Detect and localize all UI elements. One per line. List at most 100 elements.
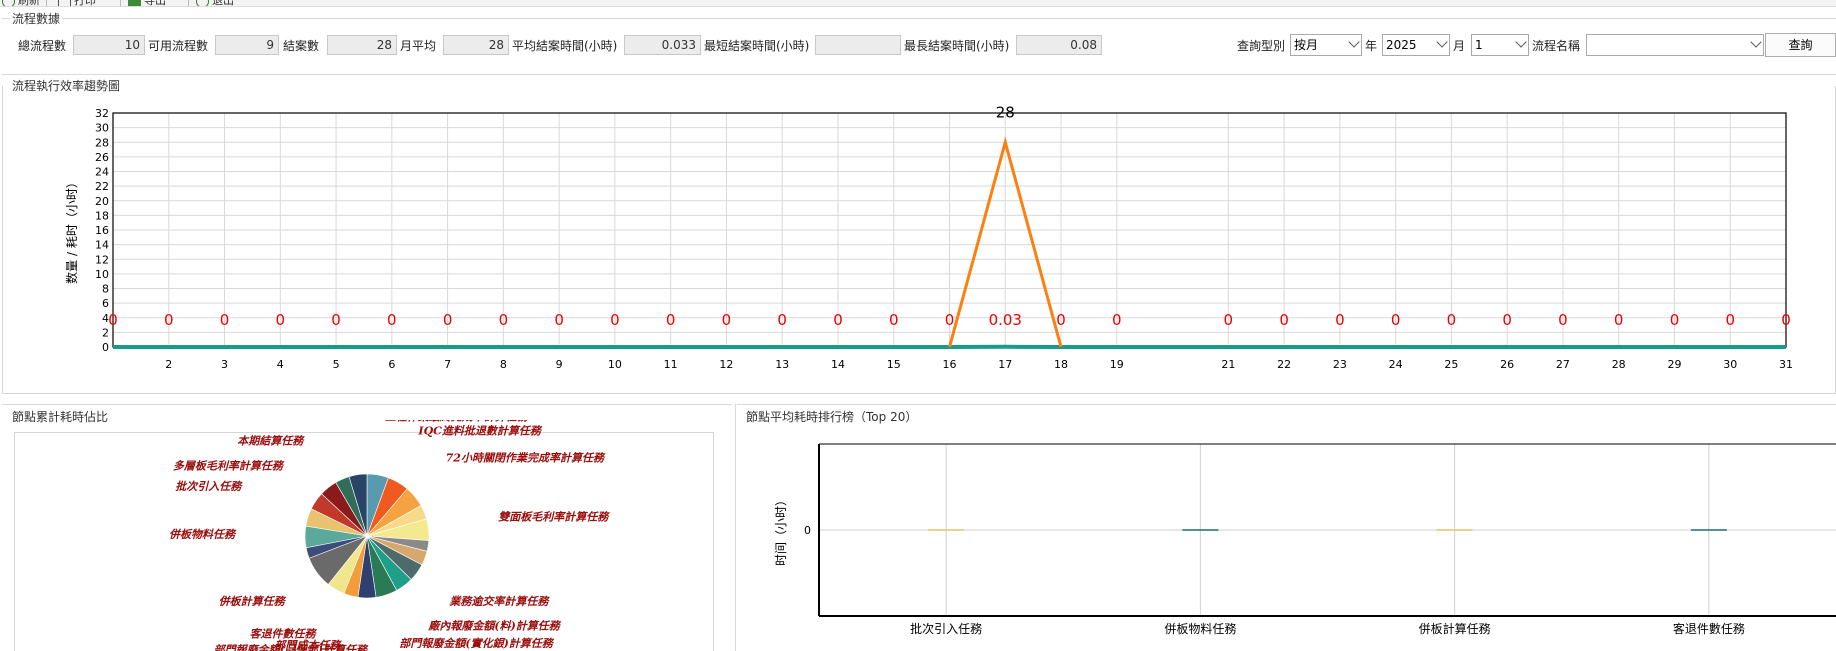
y-tick-label: 22	[95, 180, 109, 193]
y-tick-label: 12	[95, 253, 109, 266]
y-tick-label: 32	[95, 107, 109, 120]
pie-slice-label: 併板計算任務	[219, 595, 287, 608]
pie-slice-label: 多層板毛利率計算任務	[173, 460, 285, 473]
pie-slice-label: 廠內報廢金額(料)計算任務	[427, 620, 561, 633]
data-label: 0	[666, 311, 676, 329]
x-tick-label: 4	[277, 358, 284, 371]
data-label: 0.03	[989, 311, 1022, 329]
x-tick-label: 23	[1333, 358, 1347, 371]
pie-slice-label: 客退件數任務	[250, 627, 318, 640]
x-tick-label: 28	[1612, 358, 1626, 371]
x-tick-label: 21	[1221, 358, 1235, 371]
x-tick-label: 26	[1500, 358, 1514, 371]
data-label: 0	[1279, 311, 1289, 329]
pie-slice-label: 部門報廢金額(實化銀)計算任務	[399, 637, 554, 650]
data-label: 0	[777, 311, 787, 329]
data-label: 0	[331, 311, 341, 329]
data-label: 0	[1558, 311, 1568, 329]
x-tick-label: 2	[165, 358, 172, 371]
trend-chart: 024681012141618202224262830322 3 4 5 6 7 8 9 10 1…	[64, 103, 1793, 371]
x-tick-label: 18	[1054, 358, 1068, 371]
data-label: 0	[1614, 311, 1624, 329]
bar	[1182, 529, 1219, 531]
data-label: 0	[164, 311, 174, 329]
data-label: 0	[499, 311, 509, 329]
rank-bar-chart: 0 时间（小时） 批次引入任務 併板物料任務 併板計算任務 客退件數任務	[774, 443, 1836, 636]
x-tick-label: 24	[1389, 358, 1403, 371]
bar-category-label: 客退件數任務	[1673, 621, 1745, 636]
data-label: 0	[1670, 311, 1680, 329]
y-tick-label: 18	[95, 209, 109, 222]
x-tick-label: 12	[719, 358, 733, 371]
data-label: 0	[1447, 311, 1457, 329]
data-label: 0	[554, 311, 564, 329]
bar-category-label: 併板物料任務	[1164, 622, 1236, 636]
pie-slice-label: 本期結算任務	[237, 434, 305, 447]
pie-slice-label: 72小時關閉作業完成率計算任務	[446, 451, 606, 464]
data-label: 0	[1502, 311, 1512, 329]
x-tick-label: 11	[664, 358, 678, 371]
peak-data-label: 28	[996, 103, 1015, 121]
x-tick-label: 16	[943, 358, 957, 371]
y-tick-label: 26	[95, 151, 109, 164]
x-tick-label: 13	[775, 358, 789, 371]
data-label: 0	[276, 311, 286, 329]
x-tick-label: 7	[444, 358, 451, 371]
bar-category-label: 批次引入任務	[910, 621, 982, 636]
pie-slice-label: 業務逾交率計算任務	[448, 595, 550, 608]
data-label: 0	[1056, 311, 1066, 329]
y-tick-label: 20	[95, 195, 109, 208]
x-tick-label: 22	[1277, 358, 1291, 371]
data-label: 0	[108, 311, 118, 329]
data-label: 0	[443, 311, 453, 329]
data-label: 0	[1224, 311, 1234, 329]
y-tick-label: 28	[95, 136, 109, 149]
bar	[1690, 529, 1727, 531]
x-tick-label: 14	[831, 358, 845, 371]
data-label: 0	[1725, 311, 1735, 329]
x-tick-label: 17	[998, 358, 1012, 371]
data-label: 0	[387, 311, 397, 329]
pie-slice-label: IQC進料批退數計算任務	[417, 425, 542, 438]
data-label: 0	[610, 311, 620, 329]
bar	[1436, 529, 1473, 531]
x-tick-label: 3	[221, 358, 228, 371]
pie-slice-label: 雙面板毛利率計算任務	[498, 510, 610, 523]
x-tick-label: 29	[1667, 358, 1681, 371]
data-label: 0	[722, 311, 732, 329]
pie-chart: 工程作業最終完成率計算任務IQC進料批退數計算任務 72小時關閉作業完成率計算任務…	[169, 420, 610, 651]
x-tick-label: 6	[388, 358, 395, 371]
x-tick-label: 25	[1444, 358, 1458, 371]
bar-y-tick-label: 0	[804, 524, 811, 537]
data-label: 0	[220, 311, 230, 329]
y-tick-label: 6	[102, 297, 109, 310]
pie-slice-label: 併板物料任務	[169, 528, 237, 541]
pie-slice-label: 工程作業最終完成率計算任務	[385, 420, 530, 424]
data-label: 0	[889, 311, 899, 329]
x-tick-label: 27	[1556, 358, 1570, 371]
data-label: 0	[1391, 311, 1401, 329]
data-label: 0	[945, 311, 955, 329]
pie-slice-label: 批次引入任務	[175, 480, 243, 493]
data-label: 0	[833, 311, 843, 329]
y-tick-label: 0	[102, 341, 109, 354]
y-tick-label: 8	[102, 283, 109, 296]
x-tick-label: 19	[1110, 358, 1124, 371]
x-tick-label: 10	[608, 358, 622, 371]
y-tick-label: 30	[95, 122, 109, 135]
x-tick-label: 9	[556, 358, 563, 371]
y-tick-label: 10	[95, 268, 109, 281]
x-tick-label: 31	[1779, 358, 1793, 371]
data-label: 0	[1112, 311, 1122, 329]
bar-category-label: 併板計算任務	[1419, 621, 1491, 636]
y-axis-label: 数量 / 耗时（小时）	[64, 176, 79, 284]
x-tick-label: 15	[887, 358, 901, 371]
data-label: 0	[1335, 311, 1345, 329]
bar-y-axis-label: 时间（小时）	[774, 494, 788, 566]
x-tick-label: 30	[1723, 358, 1737, 371]
bar	[928, 529, 965, 531]
y-tick-label: 24	[95, 166, 109, 179]
data-label: 0	[1781, 311, 1791, 329]
y-tick-label: 16	[95, 224, 109, 237]
x-tick-label: 8	[500, 358, 507, 371]
